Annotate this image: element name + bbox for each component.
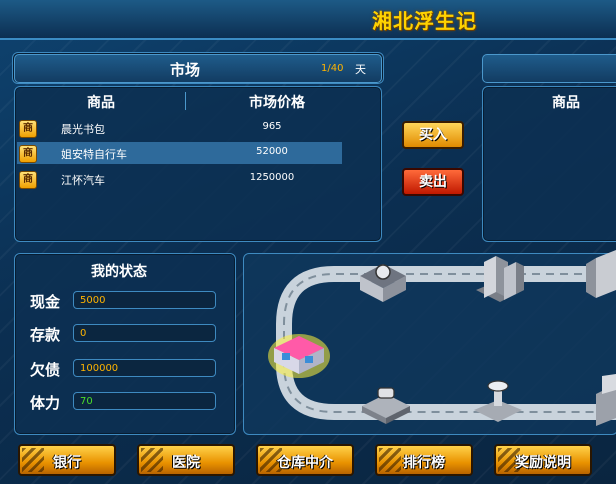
inventory-panel: [482, 86, 616, 242]
col-goods-header: 商品: [87, 95, 115, 111]
buy-button[interactable]: 买入: [402, 121, 464, 149]
cash-value: 5000: [73, 291, 216, 309]
debt-label: 欠债: [30, 361, 61, 379]
reward-info-button-label: 奖励说明: [515, 455, 571, 471]
goods-list-panel: [14, 86, 382, 242]
goods-name: 江怀汽车: [61, 174, 105, 187]
goods-badge-icon: 商: [19, 145, 37, 163]
goods-name: 晨光书包: [61, 123, 105, 136]
status-title: 我的状态: [91, 264, 147, 280]
goods-price: 1250000: [249, 172, 295, 183]
office-tower-icon[interactable]: [472, 252, 528, 310]
market-item-row[interactable]: 商 姐安特自行车 52000: [17, 142, 342, 164]
warehouse-agent-button-label: 仓库中介: [277, 455, 333, 471]
building-right-edge-icon[interactable]: [586, 250, 616, 300]
deposit-label: 存款: [30, 326, 61, 344]
day-unit: 天: [355, 63, 366, 76]
cash-label: 现金: [30, 293, 61, 311]
station-right-edge-icon[interactable]: [584, 374, 616, 426]
hospital-button[interactable]: 医院: [137, 444, 235, 476]
bank-button[interactable]: 银行: [18, 444, 116, 476]
market-item-row[interactable]: 商 江怀汽车 1250000: [17, 168, 342, 190]
goods-price: 52000: [256, 146, 288, 157]
goods-badge-icon: 商: [19, 171, 37, 189]
col-divider: [185, 92, 186, 110]
day-counter: 1/40: [321, 63, 344, 74]
game-title: 湘北浮生记: [372, 9, 477, 33]
hospital-button-label: 医院: [172, 455, 200, 471]
bank-button-label: 银行: [53, 455, 81, 471]
inventory-header: [482, 54, 616, 83]
road-track: [276, 266, 616, 420]
market-title: 市场: [170, 61, 201, 79]
stamina-value: 70: [73, 392, 216, 410]
market-item-row[interactable]: 商 晨光书包 965: [17, 117, 342, 139]
goods-price: 965: [262, 121, 282, 132]
debt-value: 100000: [73, 359, 216, 377]
phone-booth-icon[interactable]: [358, 382, 414, 426]
warehouse-agent-button[interactable]: 仓库中介: [256, 444, 354, 476]
goods-name: 姐安特自行车: [61, 148, 127, 161]
stamina-label: 体力: [30, 394, 61, 412]
sell-button[interactable]: 卖出: [402, 168, 464, 196]
market-header: 市场 1/40 天: [14, 54, 382, 83]
reward-info-button[interactable]: 奖励说明: [494, 444, 592, 476]
col-price-header: 市场价格: [249, 95, 305, 111]
shop-location-icon[interactable]: [266, 326, 332, 382]
leaderboard-button-label: 排行榜: [403, 455, 445, 471]
fountain-icon[interactable]: [470, 378, 526, 428]
goods-badge-icon: 商: [19, 120, 37, 138]
inventory-col-goods-header: 商品: [552, 95, 580, 111]
road-lane: [283, 273, 616, 413]
leaderboard-button[interactable]: 排行榜: [375, 444, 473, 476]
bank-building-icon[interactable]: [356, 258, 410, 304]
deposit-value: 0: [73, 324, 216, 342]
top-bar: 湘北浮生记: [0, 0, 616, 40]
